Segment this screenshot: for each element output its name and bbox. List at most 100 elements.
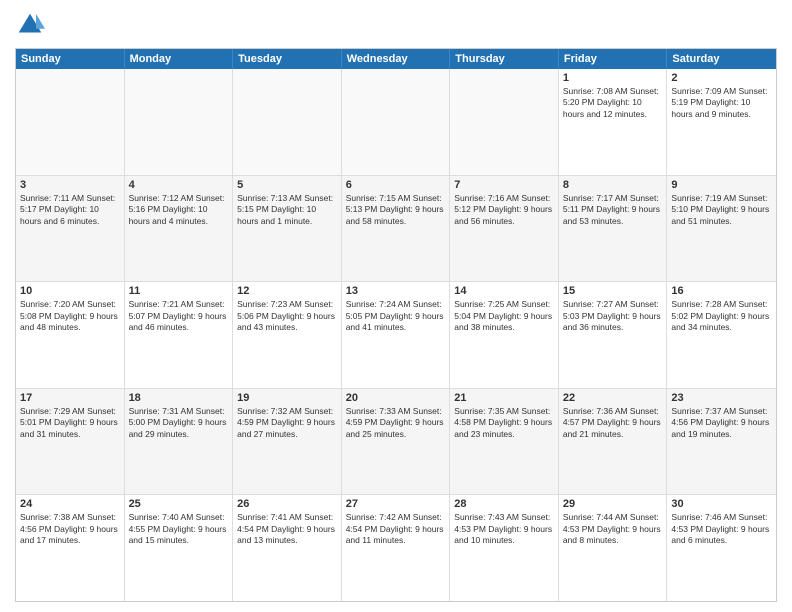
cell-info: Sunrise: 7:36 AM Sunset: 4:57 PM Dayligh… (563, 406, 663, 440)
calendar-row-5: 24 Sunrise: 7:38 AM Sunset: 4:56 PM Dayli… (16, 494, 776, 601)
day-number: 4 (129, 179, 229, 191)
cell-info: Sunrise: 7:44 AM Sunset: 4:53 PM Dayligh… (563, 512, 663, 546)
logo (15, 10, 49, 40)
cell-info: Sunrise: 7:29 AM Sunset: 5:01 PM Dayligh… (20, 406, 120, 440)
cal-cell: 4 Sunrise: 7:12 AM Sunset: 5:16 PM Daylig… (125, 176, 234, 282)
header-day-sunday: Sunday (16, 49, 125, 69)
cal-cell: 20 Sunrise: 7:33 AM Sunset: 4:59 PM Dayli… (342, 389, 451, 495)
cell-info: Sunrise: 7:21 AM Sunset: 5:07 PM Dayligh… (129, 299, 229, 333)
day-number: 22 (563, 392, 663, 404)
calendar-body: 1 Sunrise: 7:08 AM Sunset: 5:20 PM Daylig… (16, 69, 776, 601)
cal-cell: 1 Sunrise: 7:08 AM Sunset: 5:20 PM Daylig… (559, 69, 668, 175)
day-number: 18 (129, 392, 229, 404)
cal-cell: 10 Sunrise: 7:20 AM Sunset: 5:08 PM Dayli… (16, 282, 125, 388)
cell-info: Sunrise: 7:38 AM Sunset: 4:56 PM Dayligh… (20, 512, 120, 546)
cell-info: Sunrise: 7:11 AM Sunset: 5:17 PM Dayligh… (20, 193, 120, 227)
cell-info: Sunrise: 7:24 AM Sunset: 5:05 PM Dayligh… (346, 299, 446, 333)
day-number: 24 (20, 498, 120, 510)
cal-cell: 23Sunrise: 7:37 AM Sunset: 4:56 PM Dayli… (667, 389, 776, 495)
cal-cell: 9 Sunrise: 7:19 AM Sunset: 5:10 PM Daylig… (667, 176, 776, 282)
cal-cell: 19 Sunrise: 7:32 AM Sunset: 4:59 PM Dayli… (233, 389, 342, 495)
cell-info: Sunrise: 7:15 AM Sunset: 5:13 PM Dayligh… (346, 193, 446, 227)
cell-info: Sunrise: 7:19 AM Sunset: 5:10 PM Dayligh… (671, 193, 772, 227)
day-number: 15 (563, 285, 663, 297)
cal-cell: 5 Sunrise: 7:13 AM Sunset: 5:15 PM Daylig… (233, 176, 342, 282)
header (15, 10, 777, 40)
cell-info: Sunrise: 7:23 AM Sunset: 5:06 PM Dayligh… (237, 299, 337, 333)
cal-cell: 15 Sunrise: 7:27 AM Sunset: 5:03 PM Dayli… (559, 282, 668, 388)
cal-cell: 21Sunrise: 7:35 AM Sunset: 4:58 PM Dayli… (450, 389, 559, 495)
cell-info: Sunrise: 7:08 AM Sunset: 5:20 PM Dayligh… (563, 86, 663, 120)
cell-info: Sunrise: 7:27 AM Sunset: 5:03 PM Dayligh… (563, 299, 663, 333)
cal-cell: 17 Sunrise: 7:29 AM Sunset: 5:01 PM Dayli… (16, 389, 125, 495)
cell-info: Sunrise: 7:31 AM Sunset: 5:00 PM Dayligh… (129, 406, 229, 440)
cal-cell: 12 Sunrise: 7:23 AM Sunset: 5:06 PM Dayli… (233, 282, 342, 388)
calendar-header: SundayMondayTuesdayWednesdayThursdayFrid… (16, 49, 776, 69)
cal-cell: 22 Sunrise: 7:36 AM Sunset: 4:57 PM Dayli… (559, 389, 668, 495)
cell-info: Sunrise: 7:13 AM Sunset: 5:15 PM Dayligh… (237, 193, 337, 227)
header-day-friday: Friday (559, 49, 668, 69)
day-number: 27 (346, 498, 446, 510)
header-day-monday: Monday (125, 49, 234, 69)
day-number: 19 (237, 392, 337, 404)
day-number: 5 (237, 179, 337, 191)
day-number: 6 (346, 179, 446, 191)
cal-cell: 14 Sunrise: 7:25 AM Sunset: 5:04 PM Dayli… (450, 282, 559, 388)
day-number: 17 (20, 392, 120, 404)
day-number: 1 (563, 72, 663, 84)
calendar-row-3: 10 Sunrise: 7:20 AM Sunset: 5:08 PM Dayli… (16, 281, 776, 388)
cell-info: Sunrise: 7:40 AM Sunset: 4:55 PM Dayligh… (129, 512, 229, 546)
cell-info: Sunrise: 7:33 AM Sunset: 4:59 PM Dayligh… (346, 406, 446, 440)
cell-info: Sunrise: 7:35 AM Sunset: 4:58 PM Dayligh… (454, 406, 554, 440)
calendar: SundayMondayTuesdayWednesdayThursdayFrid… (15, 48, 777, 602)
header-day-thursday: Thursday (450, 49, 559, 69)
cell-info: Sunrise: 7:25 AM Sunset: 5:04 PM Dayligh… (454, 299, 554, 333)
cell-info: Sunrise: 7:12 AM Sunset: 5:16 PM Dayligh… (129, 193, 229, 227)
cell-info: Sunrise: 7:20 AM Sunset: 5:08 PM Dayligh… (20, 299, 120, 333)
cal-cell: 18 Sunrise: 7:31 AM Sunset: 5:00 PM Dayli… (125, 389, 234, 495)
cal-cell: 3 Sunrise: 7:11 AM Sunset: 5:17 PM Daylig… (16, 176, 125, 282)
cal-cell (450, 69, 559, 175)
day-number: 25 (129, 498, 229, 510)
calendar-row-4: 17 Sunrise: 7:29 AM Sunset: 5:01 PM Dayli… (16, 388, 776, 495)
day-number: 30 (671, 498, 772, 510)
day-number: 7 (454, 179, 554, 191)
cal-cell: 29 Sunrise: 7:44 AM Sunset: 4:53 PM Dayli… (559, 495, 668, 601)
day-number: 20 (346, 392, 446, 404)
header-day-wednesday: Wednesday (342, 49, 451, 69)
cal-cell (125, 69, 234, 175)
cal-cell: 27 Sunrise: 7:42 AM Sunset: 4:54 PM Dayli… (342, 495, 451, 601)
calendar-row-1: 1 Sunrise: 7:08 AM Sunset: 5:20 PM Daylig… (16, 69, 776, 175)
cell-info: Sunrise: 7:32 AM Sunset: 4:59 PM Dayligh… (237, 406, 337, 440)
cal-cell (342, 69, 451, 175)
day-number: 2 (671, 72, 772, 84)
cell-info: Sunrise: 7:43 AM Sunset: 4:53 PM Dayligh… (454, 512, 554, 546)
day-number: 12 (237, 285, 337, 297)
day-number: 14 (454, 285, 554, 297)
day-number: 10 (20, 285, 120, 297)
day-number: 9 (671, 179, 772, 191)
header-day-saturday: Saturday (667, 49, 776, 69)
cal-cell (16, 69, 125, 175)
cell-info: Sunrise: 7:42 AM Sunset: 4:54 PM Dayligh… (346, 512, 446, 546)
cell-info: Sunrise: 7:09 AM Sunset: 5:19 PM Dayligh… (671, 86, 772, 120)
logo-icon (15, 10, 45, 40)
cal-cell: 2 Sunrise: 7:09 AM Sunset: 5:19 PM Daylig… (667, 69, 776, 175)
cal-cell (233, 69, 342, 175)
cal-cell: 24 Sunrise: 7:38 AM Sunset: 4:56 PM Dayli… (16, 495, 125, 601)
cal-cell: 8Sunrise: 7:17 AM Sunset: 5:11 PM Daylig… (559, 176, 668, 282)
cal-cell: 25 Sunrise: 7:40 AM Sunset: 4:55 PM Dayli… (125, 495, 234, 601)
day-number: 3 (20, 179, 120, 191)
day-number: 29 (563, 498, 663, 510)
day-number: 26 (237, 498, 337, 510)
cell-info: Sunrise: 7:28 AM Sunset: 5:02 PM Dayligh… (671, 299, 772, 333)
day-number: 11 (129, 285, 229, 297)
cal-cell: 30Sunrise: 7:46 AM Sunset: 4:53 PM Dayli… (667, 495, 776, 601)
day-number: 23 (671, 392, 772, 404)
cal-cell: 6 Sunrise: 7:15 AM Sunset: 5:13 PM Daylig… (342, 176, 451, 282)
cell-info: Sunrise: 7:17 AM Sunset: 5:11 PM Dayligh… (563, 193, 663, 227)
cell-info: Sunrise: 7:41 AM Sunset: 4:54 PM Dayligh… (237, 512, 337, 546)
cal-cell: 11 Sunrise: 7:21 AM Sunset: 5:07 PM Dayli… (125, 282, 234, 388)
day-number: 16 (671, 285, 772, 297)
cal-cell: 13Sunrise: 7:24 AM Sunset: 5:05 PM Dayli… (342, 282, 451, 388)
